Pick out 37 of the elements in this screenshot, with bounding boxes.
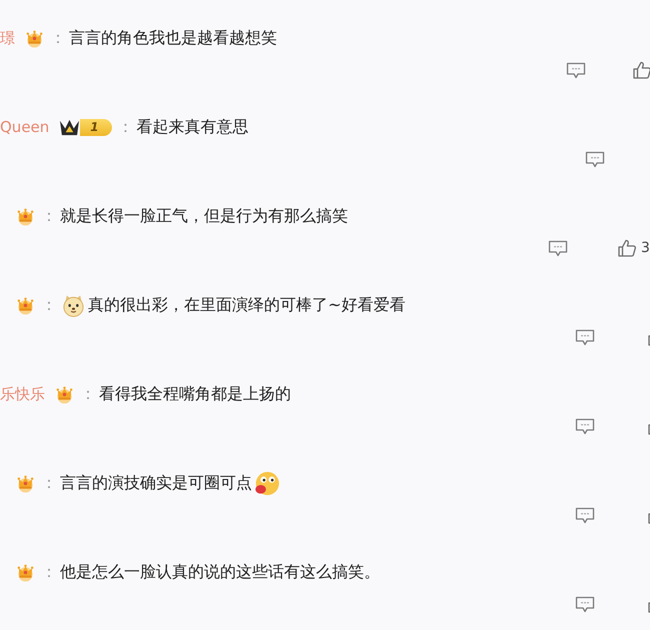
separator-colon: ：	[118, 116, 134, 138]
level-badge: 1	[80, 118, 112, 136]
crown-badge-icon	[25, 28, 44, 48]
separator-colon: ：	[80, 384, 96, 404]
thumbs-up-icon[interactable]	[617, 238, 637, 258]
comment-text: 真的很出彩，在里面演绎的可棒了~好看爱看	[88, 294, 406, 316]
crown-badge-icon	[16, 562, 35, 582]
crown-badge-icon	[55, 384, 74, 404]
username[interactable]: 乐快乐	[0, 384, 45, 404]
comment-icon[interactable]	[585, 150, 605, 168]
separator-colon: ：	[50, 28, 66, 48]
comment-text: 看得我全程嘴角都是上扬的	[99, 384, 291, 404]
tongue-out-face-emoji-icon	[253, 470, 280, 496]
crown-badge-icon	[16, 474, 35, 492]
comment-icon[interactable]	[575, 596, 595, 612]
comment-text: 就是长得一脸正气，但是行为有那么搞笑	[60, 206, 348, 226]
username[interactable]: Queen	[0, 118, 50, 136]
comment-text: 看起来真有意思	[136, 116, 249, 138]
comment-icon[interactable]	[575, 328, 595, 346]
comment-text: 言言的演技确实是可圈可点	[60, 472, 252, 494]
like-count: 3	[641, 240, 650, 256]
crown-badge-icon	[16, 206, 35, 226]
separator-colon: ：	[41, 294, 57, 316]
crown-icon	[59, 118, 80, 136]
separator-colon: ：	[41, 206, 57, 226]
crown-badge-icon	[16, 296, 35, 314]
dog-face-emoji-icon	[62, 294, 85, 316]
thumbs-up-icon[interactable]	[632, 60, 650, 80]
comment-icon[interactable]	[575, 506, 595, 524]
comment-text: 言言的角色我也是越看越想笑	[69, 28, 277, 48]
comment-icon[interactable]	[566, 62, 586, 78]
comment-icon[interactable]	[575, 418, 595, 434]
comment-text: 他是怎么一脸认真的说的这些话有这么搞笑。	[60, 562, 380, 582]
comment-icon[interactable]	[548, 240, 568, 256]
separator-colon: ：	[41, 562, 57, 582]
separator-colon: ：	[41, 472, 57, 494]
username[interactable]: 璟	[0, 28, 15, 48]
